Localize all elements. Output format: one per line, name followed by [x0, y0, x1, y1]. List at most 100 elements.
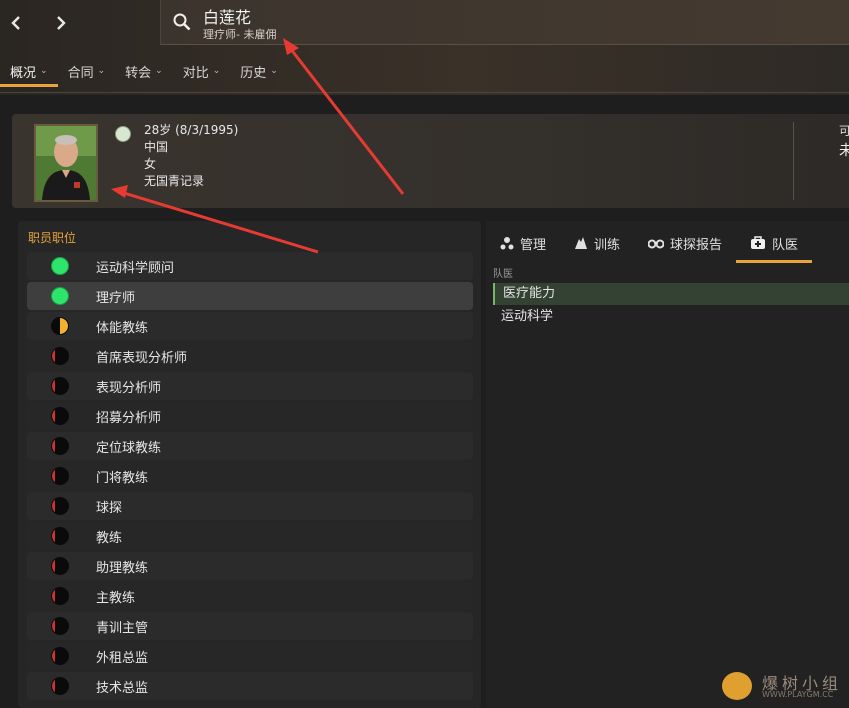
rating-dot-icon: [51, 257, 69, 275]
role-label: 门将教练: [96, 470, 149, 486]
role-row[interactable]: 助理教练: [27, 552, 473, 580]
attribute-row[interactable]: 医疗能力: [493, 283, 849, 305]
attribute-group-heading: 队医: [493, 269, 513, 280]
menu-label: 历史: [240, 65, 267, 81]
menu-label: 合同: [67, 65, 94, 81]
rating-dot-icon: [51, 437, 69, 455]
role-label: 定位球教练: [96, 440, 162, 456]
youth-record: 无国青记录: [144, 174, 205, 188]
rating-dot-icon: [51, 527, 69, 545]
chevron-down-icon: ⌄: [97, 66, 106, 76]
role-row[interactable]: 主教练: [27, 582, 473, 610]
watermark: 爆树小组 WWW.PLAYGM.CC: [718, 668, 848, 708]
tab-label: 球探报告: [670, 237, 723, 253]
medical-kit-icon: [750, 236, 766, 250]
rating-dot-icon: [51, 467, 69, 485]
role-row[interactable]: 理疗师: [27, 282, 473, 310]
role-row[interactable]: 门将教练: [27, 462, 473, 490]
profile-header: 28岁 (8/3/1995) 中国 女 无国青记录 可 未: [12, 114, 849, 208]
role-row[interactable]: 运动科学顾问: [27, 252, 473, 280]
top-bar: 白莲花 理疗师- 未雇佣 概况 ⌄ 合同 ⌄ 转会 ⌄ 对比 ⌄ 历史 ⌄: [0, 0, 849, 95]
role-label: 首席表现分析师: [96, 350, 188, 366]
binoculars-icon: [648, 237, 665, 249]
staff-name: 白莲花: [203, 8, 252, 27]
staff-info: 28岁 (8/3/1995) 中国 女 无国青记录: [144, 122, 238, 190]
role-label: 青训主管: [96, 620, 149, 636]
search-icon: [173, 13, 191, 31]
role-label: 球探: [96, 500, 123, 516]
role-row[interactable]: 定位球教练: [27, 432, 473, 460]
role-row[interactable]: 技术总监: [27, 672, 473, 700]
role-label: 理疗师: [96, 290, 136, 306]
back-button[interactable]: [3, 10, 29, 36]
role-row[interactable]: 青训主管: [27, 612, 473, 640]
menu-transfer[interactable]: 转会 ⌄: [115, 58, 173, 84]
menu-label: 概况: [10, 65, 37, 81]
tab-label: 队医: [772, 237, 799, 253]
chevron-down-icon: ⌄: [212, 66, 221, 76]
profile-divider: [793, 122, 794, 200]
search-box[interactable]: 白莲花 理疗师- 未雇佣: [160, 0, 849, 45]
person-portrait-icon: [36, 126, 96, 200]
menu-overview[interactable]: 概况 ⌄: [0, 58, 58, 87]
role-row[interactable]: 招募分析师: [27, 402, 473, 430]
chevron-right-icon: [57, 16, 66, 30]
rating-dot-icon: [51, 407, 69, 425]
right-info-label: 可: [839, 124, 849, 138]
menu-contract[interactable]: 合同 ⌄: [58, 58, 116, 84]
rating-dot-icon: [51, 587, 69, 605]
role-row[interactable]: 表现分析师: [27, 372, 473, 400]
rating-dot-icon: [51, 677, 69, 695]
tab-label: 管理: [520, 237, 547, 253]
rating-dot-icon: [51, 557, 69, 575]
training-icon: [574, 236, 588, 250]
role-label: 外租总监: [96, 650, 149, 666]
section-title: 职员职位: [28, 231, 77, 245]
role-label: 表现分析师: [96, 380, 162, 396]
tab-management[interactable]: 管理: [486, 226, 560, 260]
role-label: 运动科学顾问: [96, 260, 175, 276]
role-row[interactable]: 外租总监: [27, 642, 473, 670]
roles-list: 运动科学顾问 理疗师 体能教练 首席表现分析师 表现分析师 招募分析师 定位球教…: [27, 252, 473, 702]
menu-history[interactable]: 历史 ⌄: [230, 58, 288, 84]
role-row[interactable]: 球探: [27, 492, 473, 520]
right-info-value: 未: [839, 143, 849, 159]
rating-dot-icon: [51, 287, 69, 305]
menu-label: 转会: [125, 65, 152, 81]
menu-label: 对比: [182, 65, 209, 81]
rating-dot-icon: [51, 347, 69, 365]
role-label: 主教练: [96, 590, 136, 606]
management-icon: [500, 236, 514, 250]
attribute-row[interactable]: 运动科学: [493, 306, 849, 328]
rating-dot-icon: [51, 617, 69, 635]
staff-subtitle: 理疗师- 未雇佣: [203, 28, 277, 41]
chevron-left-icon: [11, 16, 20, 30]
role-row[interactable]: 首席表现分析师: [27, 342, 473, 370]
menu-divider: [0, 92, 849, 93]
chevron-down-icon: ⌄: [40, 66, 48, 76]
tab-medical[interactable]: 队医: [736, 226, 813, 263]
attribute-tabs: 管理 训练 球探报告 队医: [486, 226, 813, 263]
role-label: 教练: [96, 530, 123, 546]
tab-label: 训练: [594, 237, 621, 253]
profile-menu: 概况 ⌄ 合同 ⌄ 转会 ⌄ 对比 ⌄ 历史 ⌄: [0, 58, 288, 88]
attributes-panel: 管理 训练 球探报告 队医 队医 医疗能力 运动科学: [486, 221, 849, 708]
chevron-down-icon: ⌄: [155, 66, 163, 76]
age-birthdate: 28岁 (8/3/1995): [144, 123, 239, 137]
forward-button[interactable]: [48, 10, 74, 36]
tab-training[interactable]: 训练: [560, 226, 634, 260]
rating-dot-icon: [51, 647, 69, 665]
gender: 女: [144, 157, 157, 171]
watermark-logo-icon: [722, 672, 752, 700]
role-row[interactable]: 教练: [27, 522, 473, 550]
staff-roles-panel: 职员职位 运动科学顾问 理疗师 体能教练 首席表现分析师 表现分析师 招募分析师…: [18, 221, 481, 708]
role-row[interactable]: 体能教练: [27, 312, 473, 340]
rating-dot-icon: [51, 377, 69, 395]
role-label: 体能教练: [96, 320, 149, 336]
tab-scouting[interactable]: 球探报告: [634, 226, 736, 260]
menu-compare[interactable]: 对比 ⌄: [173, 58, 231, 84]
rating-dot-icon: [51, 317, 69, 335]
nationality-flag-icon: [115, 126, 131, 142]
staff-photo: [34, 124, 98, 202]
rating-dot-icon: [51, 497, 69, 515]
